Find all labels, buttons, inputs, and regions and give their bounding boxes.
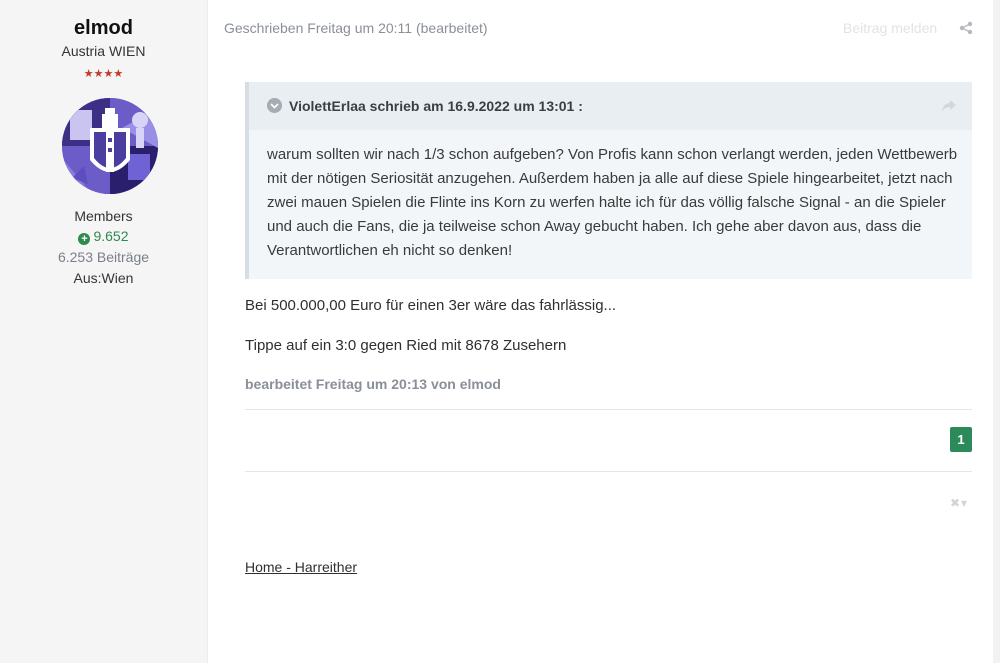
author-post-count[interactable]: 6.253 Beiträge [0, 249, 207, 265]
author-name[interactable]: elmod [0, 17, 207, 40]
post-paragraph: Tippe auf ein 3:0 gegen Ried mit 8678 Zu… [245, 337, 567, 354]
scrollbar-track[interactable] [993, 0, 1000, 663]
divider [245, 409, 972, 410]
share-icon[interactable] [959, 21, 973, 35]
author-sidebar: elmod Austria WIEN ★★★★ Members + 9.652 … [0, 0, 208, 663]
close-dropdown-icon[interactable]: ✖▾ [950, 496, 968, 510]
edited-note: bearbeitet Freitag um 20:13 von elmod [245, 376, 501, 392]
plus-circle-icon: + [78, 233, 91, 245]
signature-link[interactable]: Home - Harreither [245, 559, 357, 575]
forum-post-page: elmod Austria WIEN ★★★★ Members + 9.652 … [0, 0, 1000, 663]
quote-citation[interactable]: ViolettErlaa schrieb am 16.9.2022 um 13:… [289, 98, 583, 114]
quote-line: mit der nötigen Seriosität anzugehen. Au… [267, 170, 953, 187]
author-group: Members [74, 208, 133, 224]
author-location: Aus:Wien [73, 270, 134, 286]
reaction-count-badge[interactable]: 1 [950, 427, 972, 452]
quote-line: und auch die Fans, die ja teilweise scho… [267, 218, 922, 235]
avatar-image [62, 98, 158, 194]
author-rank-stars: ★★★★ [83, 68, 124, 80]
author-reputation: +9.652 [0, 228, 207, 245]
quote-header: ViolettErlaa schrieb am 16.9.2022 um 13:… [249, 82, 972, 130]
report-post-link[interactable]: Beitrag melden [843, 20, 937, 36]
share-arrow-icon[interactable] [941, 99, 957, 113]
chevron-down-circle-icon[interactable] [267, 98, 282, 113]
quote-block: ViolettErlaa schrieb am 16.9.2022 um 13:… [245, 82, 972, 279]
quote-line: zwei mauen Spielen die Flinte ins Korn z… [267, 194, 946, 211]
quote-line: Verantwortlichen eh nicht so denken! [267, 242, 513, 259]
quote-body: warum sollten wir nach 1/3 schon aufgebe… [267, 143, 963, 263]
author-title: Austria WIEN [61, 43, 146, 59]
divider [245, 471, 972, 472]
post-paragraph: Bei 500.000,00 Euro für einen 3er wäre d… [245, 297, 617, 314]
reputation-value: 9.652 [93, 228, 129, 244]
post-date[interactable]: Geschrieben Freitag um 20:11 (bearbeitet… [224, 20, 488, 36]
quote-line: warum sollten wir nach 1/3 schon aufgebe… [267, 146, 958, 163]
avatar[interactable] [62, 98, 158, 194]
